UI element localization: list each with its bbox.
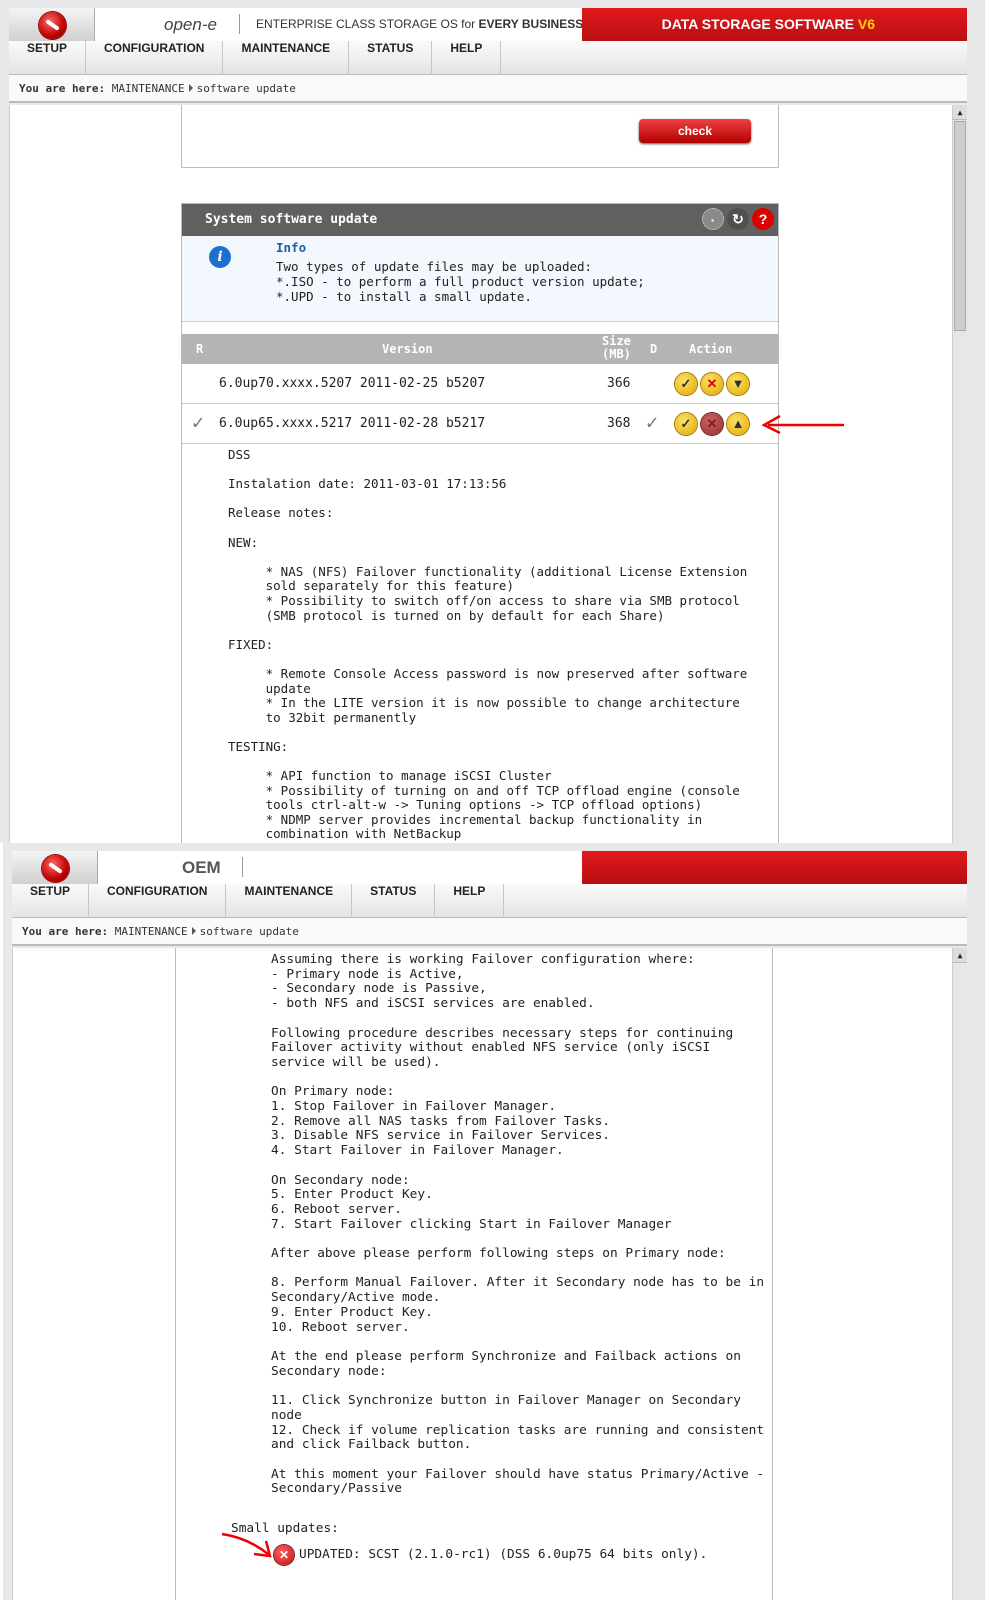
logo-icon <box>42 855 69 882</box>
info-line: Two types of update files may be uploade… <box>276 259 593 274</box>
col-d: D <box>650 342 658 356</box>
info-line: *.UPD - to install a small update. <box>276 289 532 304</box>
home-logo[interactable] <box>9 8 95 42</box>
row-size: 366 <box>607 376 631 391</box>
row-version: 6.0up65.xxxx.5217 2011-02-28 b5217 <box>219 416 486 431</box>
col-size: Size (MB) <box>602 334 631 361</box>
expand-down-button[interactable]: ▼ <box>727 373 749 395</box>
panel-header-icons: · ↻? <box>699 208 774 230</box>
info-box: i Info Two types of update files may be … <box>182 236 778 322</box>
menu-status[interactable]: STATUS <box>352 884 436 918</box>
loading-icon: · <box>702 208 724 230</box>
product-banner <box>582 851 967 885</box>
panel-title-text: System software update <box>205 212 378 227</box>
check-mark-icon: ✓ <box>192 410 205 434</box>
downloaded-check-icon: ✓ <box>646 410 659 434</box>
scroll-up-icon[interactable]: ▲ <box>953 948 967 963</box>
table-row: 6.0up70.xxxx.5207 2011-02-25 b5207 366 ✓… <box>182 364 778 404</box>
menu-status[interactable]: STATUS <box>349 41 433 75</box>
activate-button[interactable]: ✓ <box>675 413 697 435</box>
breadcrumb-arrow-icon <box>188 84 193 92</box>
col-action: Action <box>689 342 733 356</box>
row-version: 6.0up70.xxxx.5207 2011-02-25 b5207 <box>219 376 486 391</box>
delete-button-disabled: ✕ <box>701 413 723 435</box>
col-version: Version <box>382 342 433 356</box>
menu-help[interactable]: HELP <box>435 884 505 918</box>
breadcrumb: You are here: MAINTENANCE software update <box>12 918 967 946</box>
menu-help[interactable]: HELP <box>432 41 502 75</box>
info-title: Info <box>276 240 307 255</box>
divider <box>239 14 240 34</box>
brand-name: open-e <box>164 15 217 34</box>
panel-title: System software update <box>182 204 778 236</box>
table-row-selected: ✓ 6.0up65.xxxx.5217 2011-02-28 b5217 368… <box>182 404 778 444</box>
red-arrow-icon <box>221 1532 272 1558</box>
breadcrumb-section[interactable]: MAINTENANCE <box>112 82 185 95</box>
breadcrumb-page: software update <box>199 925 299 938</box>
software-update-panel: System software update · ↻? i Info Two ty… <box>181 203 779 843</box>
menu-maintenance[interactable]: MAINTENANCE <box>226 884 353 918</box>
info-line: *.ISO - to perform a full product versio… <box>276 274 645 289</box>
activate-button[interactable]: ✓ <box>675 373 697 395</box>
home-logo[interactable] <box>12 851 98 885</box>
menu-configuration[interactable]: CONFIGURATION <box>86 41 224 75</box>
tagline-bold: EVERY BUSINESS <box>478 17 584 31</box>
release-notes: DSS Instalation date: 2011-03-01 17:13:5… <box>228 447 748 843</box>
menu-configuration[interactable]: CONFIGURATION <box>89 884 227 918</box>
delete-button[interactable]: ✕ <box>701 373 723 395</box>
breadcrumb-arrow-icon <box>191 927 196 935</box>
check-panel: check <box>181 105 779 168</box>
scroll-thumb[interactable] <box>954 121 966 331</box>
product-version: V6 <box>857 16 875 32</box>
header-bar: open-e ENTERPRISE CLASS STORAGE OS for E… <box>9 8 967 42</box>
header-bar: OEM <box>12 851 967 885</box>
col-r: R <box>196 342 204 356</box>
main-menu: SETUP CONFIGURATION MAINTENANCE STATUS H… <box>12 884 967 918</box>
tagline: ENTERPRISE CLASS STORAGE OS for EVERY BU… <box>256 17 583 31</box>
small-update-item: UPDATED: SCST (2.1.0-rc1) (DSS 6.0up75 6… <box>299 1547 708 1562</box>
menu-setup[interactable]: SETUP <box>9 41 87 75</box>
failover-instructions: Assuming there is working Failover confi… <box>271 952 765 1497</box>
breadcrumb-label: You are here: <box>19 82 106 95</box>
row-size: 368 <box>607 416 631 431</box>
refresh-icon[interactable]: ↻ <box>727 208 749 230</box>
content-area: check System software update · ↻? i Info … <box>9 105 967 843</box>
screenshot-bottom: OEM SETUP CONFIGURATION MAINTENANCE STAT… <box>3 843 985 1600</box>
product-name: DATA STORAGE SOFTWARE <box>661 16 858 32</box>
brand-name: OEM <box>182 858 221 877</box>
breadcrumb: You are here: MAINTENANCE software update <box>9 75 967 103</box>
table-header: R Version Size (MB) D Action <box>182 334 778 364</box>
scroll-up-icon[interactable]: ▲ <box>953 105 967 120</box>
menu-setup[interactable]: SETUP <box>12 884 90 918</box>
collapse-up-button[interactable]: ▲ <box>727 413 749 435</box>
main-menu: SETUP CONFIGURATION MAINTENANCE STATUS H… <box>9 41 967 75</box>
breadcrumb-section[interactable]: MAINTENANCE <box>115 925 188 938</box>
scrollbar[interactable]: ▲ <box>952 105 967 843</box>
tagline-prefix: ENTERPRISE CLASS STORAGE OS for <box>256 17 479 31</box>
info-text: Info Two types of update files may be up… <box>276 240 645 304</box>
menu-maintenance[interactable]: MAINTENANCE <box>223 41 350 75</box>
red-arrow-icon <box>761 414 844 435</box>
divider <box>242 857 243 877</box>
info-icon: i <box>209 246 231 268</box>
content-area: Assuming there is working Failover confi… <box>12 948 967 1600</box>
help-icon[interactable]: ? <box>752 208 774 230</box>
scrollbar[interactable]: ▲ <box>952 948 967 1600</box>
check-button[interactable]: check <box>639 119 751 143</box>
logo-icon <box>39 12 66 39</box>
breadcrumb-page: software update <box>196 82 296 95</box>
product-banner: DATA STORAGE SOFTWARE V6 <box>582 8 967 42</box>
screenshot-top: open-e ENTERPRISE CLASS STORAGE OS for E… <box>0 0 985 843</box>
breadcrumb-label: You are here: <box>22 925 109 938</box>
